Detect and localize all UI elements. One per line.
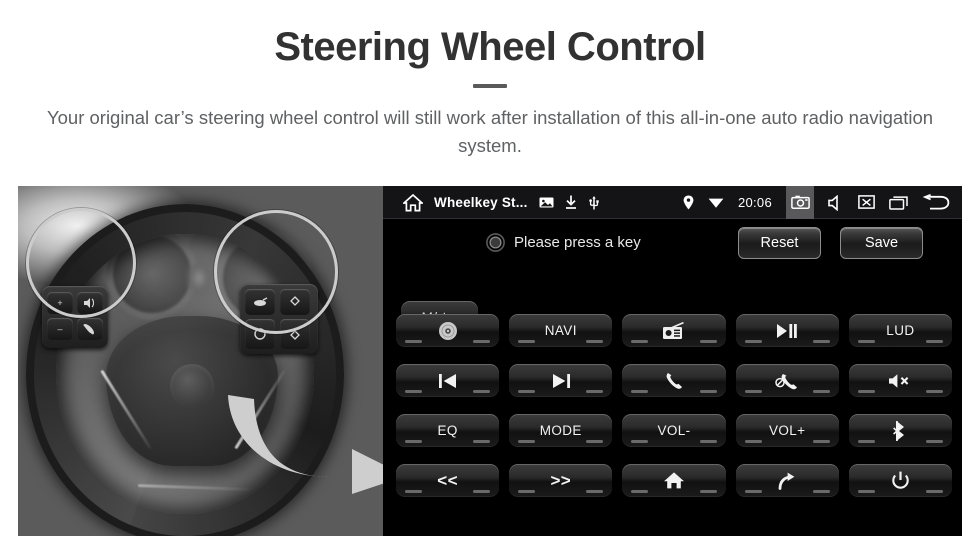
power-icon <box>891 471 910 491</box>
key-power[interactable] <box>848 464 952 497</box>
key-volume-up-label: VOL+ <box>768 422 806 438</box>
home-icon[interactable] <box>403 193 423 212</box>
save-button[interactable]: Save <box>840 227 923 259</box>
key-answer-call[interactable] <box>622 364 726 397</box>
key-end-call[interactable] <box>735 364 839 397</box>
page-title: Steering Wheel Control <box>274 25 706 69</box>
head-unit-screen: Wheelkey St... 20:06 Please press a key … <box>383 186 962 536</box>
press-key-hint: Please press a key <box>486 233 641 252</box>
key-navi-label: NAVI <box>544 322 577 338</box>
key-volume-down[interactable]: VOL- <box>622 414 726 447</box>
key-seek-back[interactable]: << <box>396 464 500 497</box>
radio-icon <box>662 321 686 340</box>
previous-track-icon <box>437 373 459 389</box>
key-bluetooth[interactable] <box>848 414 952 447</box>
key-previous[interactable] <box>396 364 500 397</box>
status-bar-right: 20:06 <box>683 186 950 219</box>
record-circle-icon <box>486 233 505 252</box>
settings-toolbar: Please press a key Reset Save <box>383 219 962 277</box>
key-seek-forward[interactable]: >> <box>509 464 613 497</box>
key-eq-label: EQ <box>437 422 458 438</box>
airbag-emblem <box>170 364 214 408</box>
key-radio[interactable] <box>622 314 726 347</box>
app-title: Wheelkey St... <box>434 194 528 210</box>
bluetooth-icon <box>892 420 908 442</box>
key-eq[interactable]: EQ <box>396 414 500 447</box>
image-icon <box>539 196 554 209</box>
left-control-pad-highlight <box>26 208 136 318</box>
key-navi[interactable]: NAVI <box>509 314 613 347</box>
page-subtitle: Your original car’s steering wheel contr… <box>46 107 934 156</box>
key-volume-up[interactable]: VOL+ <box>735 414 839 447</box>
status-bar: Wheelkey St... 20:06 <box>383 186 962 219</box>
press-key-label: Please press a key <box>514 234 641 251</box>
key-mute[interactable] <box>848 364 952 397</box>
title-divider <box>473 84 507 88</box>
key-mode-label: MODE <box>539 422 582 438</box>
reset-button[interactable]: Reset <box>738 227 821 259</box>
key-lud[interactable]: LUD <box>848 314 952 347</box>
key-seek-back-label: << <box>437 471 458 490</box>
clock: 20:06 <box>737 195 772 210</box>
steering-wheel-photo: + – <box>18 186 383 536</box>
key-redo[interactable] <box>735 464 839 497</box>
content-split: + – Wheelkey St... 20:06 Please press a … <box>18 186 962 536</box>
key-seek-forward-label: >> <box>550 471 572 490</box>
key-next[interactable] <box>509 364 613 397</box>
key-volume-down-label: VOL- <box>657 422 691 438</box>
usb-icon <box>588 195 600 210</box>
phone-hangup-icon <box>775 371 799 391</box>
wheel-key-volume-down: – <box>47 318 73 340</box>
camera-icon[interactable] <box>786 186 814 219</box>
right-control-pad-highlight <box>214 210 338 334</box>
mute-icon <box>888 373 912 389</box>
wifi-icon <box>708 196 724 209</box>
key-mode[interactable]: MODE <box>509 414 613 447</box>
recents-icon[interactable] <box>889 195 908 210</box>
key-disc[interactable] <box>396 314 500 347</box>
key-play-pause[interactable] <box>735 314 839 347</box>
key-lud-label: LUD <box>886 322 915 338</box>
curved-right-arrow-icon <box>226 393 383 497</box>
location-pin-icon <box>683 195 694 210</box>
promo-slide: Steering Wheel Control Your original car… <box>0 0 980 557</box>
next-track-icon <box>550 373 572 389</box>
play-pause-icon <box>776 323 798 339</box>
disc-icon <box>438 321 458 341</box>
wheel-key-phone-icon <box>77 318 103 340</box>
key-grid: NAVI LUD EQ MODE VOL- VOL+ << >> <box>396 314 952 497</box>
download-icon <box>565 195 577 209</box>
phone-answer-icon <box>663 371 685 391</box>
back-icon[interactable] <box>922 193 950 212</box>
home-filled-icon <box>663 471 685 490</box>
screen-off-icon[interactable] <box>858 195 875 210</box>
key-home[interactable] <box>622 464 726 497</box>
header: Steering Wheel Control Your original car… <box>0 0 980 160</box>
redo-icon <box>777 472 797 490</box>
speaker-icon[interactable] <box>828 194 844 211</box>
